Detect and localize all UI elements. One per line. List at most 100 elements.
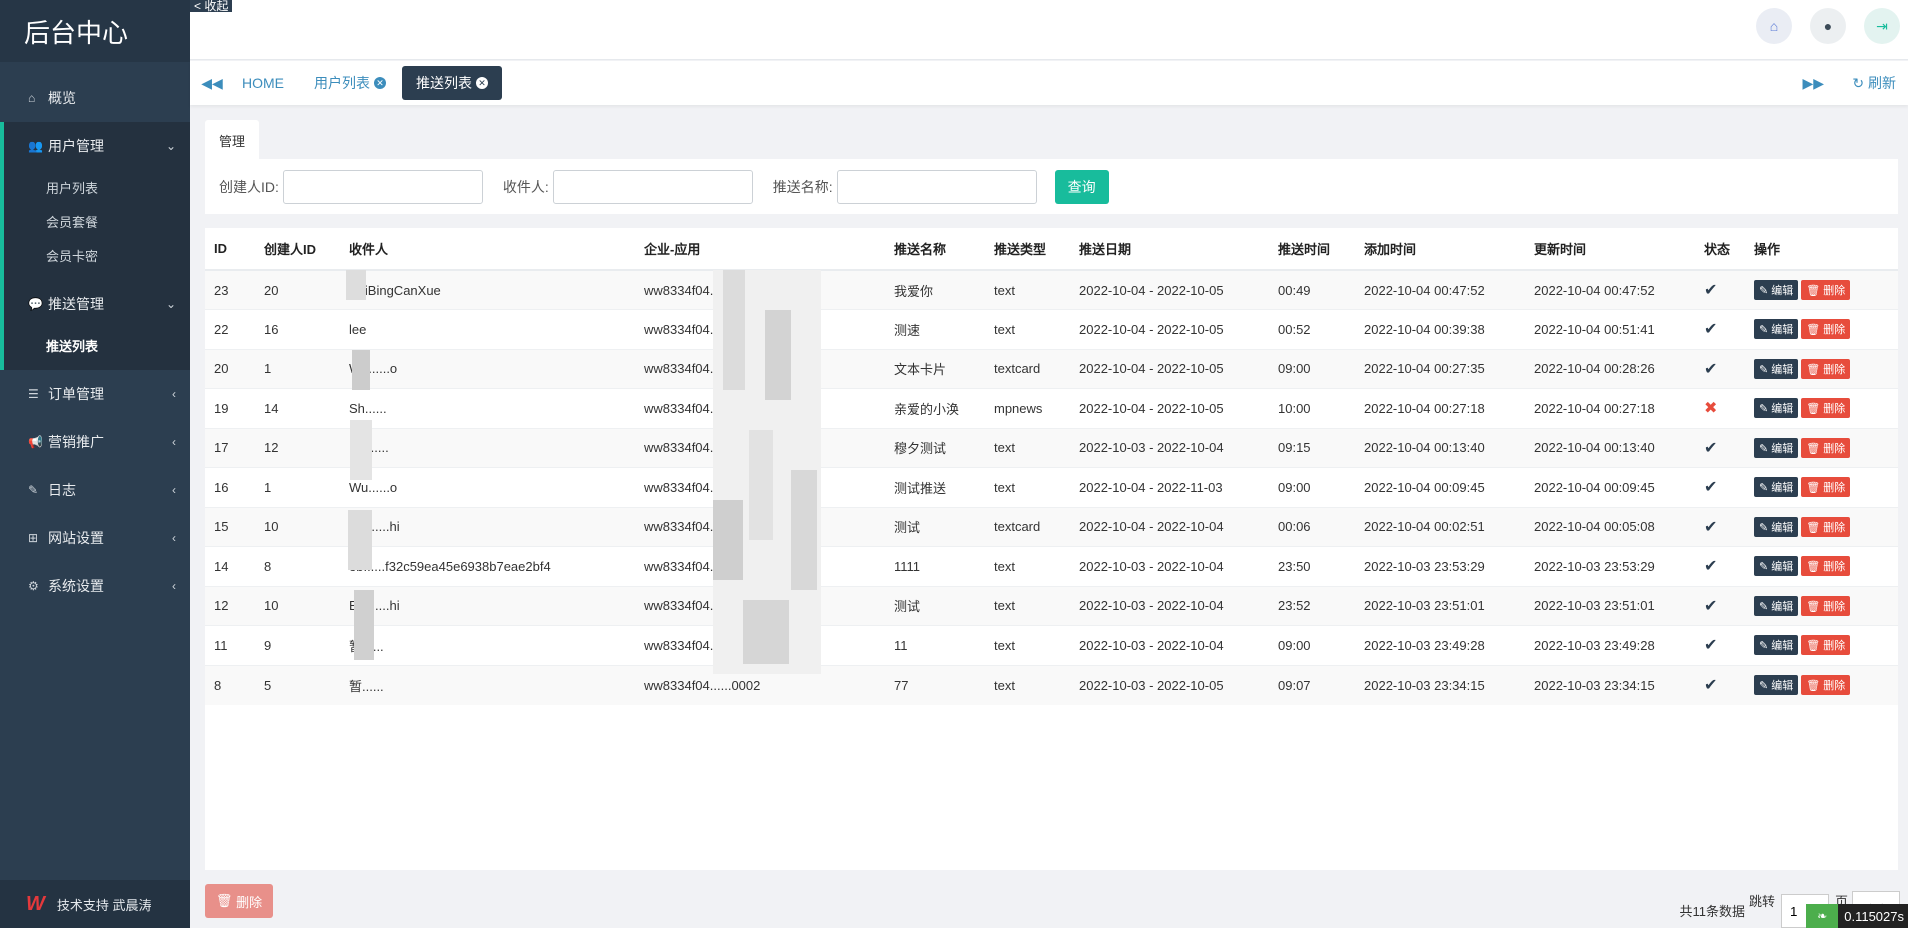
sidebar-item-5[interactable]: ✎ 日志 ‹ [0,466,190,514]
cell-app: ww8334f04......0002 [635,506,885,547]
cell-receiver: 暂...... [340,625,635,665]
table-row[interactable]: 23 20 BaiBingCanXue ww8334f04......0002 我爱你 t… [205,269,1898,310]
refresh-button[interactable]: ↻ 刷新 [1852,73,1896,93]
sidebar-item-3[interactable]: ☰ 订单管理 ‹ [0,370,190,418]
cell-status: ✔ [1695,467,1745,507]
delete-button[interactable]: 🗑 删除 [1801,556,1851,577]
chevron-left-icon: ‹ [172,531,176,545]
cell-added-time: 2022-10-03 23:49:28 [1355,625,1525,665]
table-row[interactable]: 16 1 Wu......o ww8334f04......0002 测试推送 text 2… [205,467,1898,507]
delete-button[interactable]: 🗑 删除 [1801,635,1851,656]
edit-button[interactable]: ✎ 编辑 [1754,358,1799,379]
edit-button[interactable]: ✎ 编辑 [1754,398,1799,419]
close-icon[interactable]: ✕ [476,77,488,89]
cell-actions: ✎ 编辑 🗑 删除 [1745,348,1898,389]
cell-push-type: textcard [985,506,1070,547]
cell-app: ww8334f04......0002 [635,348,885,389]
table-row[interactable]: 11 9 暂...... ww8334f04......0002 11 text 2022-… [205,625,1898,665]
tabs-next-button[interactable]: ▶▶ [1802,75,1824,92]
collapse-sidebar-button[interactable]: < 收起 [190,0,233,12]
creator-id-label: 创建人ID: [219,178,279,195]
delete-button[interactable]: 🗑 删除 [1801,398,1851,419]
close-icon[interactable]: ✕ [374,77,386,89]
chevron-left-icon: ‹ [172,387,176,401]
delete-button[interactable]: 🗑 删除 [1801,675,1851,695]
cell-creator-id: 20 [255,269,340,310]
cell-app: ww8334f04......0002 [635,585,885,626]
cell-push-type: text [985,309,1070,349]
edit-button[interactable]: ✎ 编辑 [1754,437,1799,458]
tab-0[interactable]: HOME [228,66,298,100]
cell-status: ✔ [1695,269,1745,310]
cell-push-type: text [985,269,1070,310]
table-row[interactable]: 8 5 暂...... ww8334f04......0002 77 text 2022-1… [205,664,1898,705]
edit-button[interactable]: ✎ 编辑 [1754,477,1799,498]
receiver-label: 收件人: [502,178,549,195]
delete-button[interactable]: 🗑 删除 [1801,437,1851,458]
cell-app: ww8334f04......0002 [635,427,885,468]
receiver-input[interactable] [552,169,753,204]
delete-button[interactable]: 🗑 删除 [1801,595,1851,616]
chevron-left-icon: ‹ [172,483,176,497]
tab-2[interactable]: 推送列表 ✕ [402,66,502,100]
edit-button[interactable]: ✎ 编辑 [1754,675,1799,695]
bulk-delete-button[interactable]: 🗑 删除 [205,884,273,918]
table-row[interactable]: 17 12 Mu...... ww8334f04......0002 穆夕测试 text 2… [205,427,1898,468]
check-icon: ✔ [1704,321,1718,339]
cell-updated-time: 2022-10-03 23:49:28 [1525,625,1695,665]
cell-id: 16 [205,467,255,507]
edit-button[interactable]: ✎ 编辑 [1754,595,1799,616]
column-header: 操作 [1745,228,1898,271]
submenu-item[interactable]: 会员套餐 [4,204,190,238]
edit-button[interactable]: ✎ 编辑 [1754,516,1799,537]
delete-button[interactable]: 🗑 删除 [1801,516,1851,537]
sidebar-item-2[interactable]: 💬 推送管理 ⌄ [4,280,190,328]
sidebar-item-7[interactable]: ⚙ 系统设置 ‹ [0,562,190,610]
creator-id-input[interactable] [282,169,483,204]
cell-receiver: Bin......hi [340,585,635,626]
table-row[interactable]: 19 14 Sh...... ww8334f04......0002 亲爱的小涣 mpne… [205,388,1898,428]
query-button[interactable]: 查询 [1054,169,1109,204]
delete-button[interactable]: 🗑 删除 [1801,280,1851,300]
delete-button[interactable]: 🗑 删除 [1801,319,1851,340]
cell-app: ww8334f04......0002 [635,388,885,428]
edit-button[interactable]: ✎ 编辑 [1754,635,1799,656]
cell-actions: ✎ 编辑 🗑 删除 [1745,506,1898,547]
table-row[interactable]: 22 16 lee ww8334f04......0002 测速 text 2022-10-… [205,309,1898,349]
delete-button[interactable]: 🗑 删除 [1801,477,1851,498]
chevron-left-icon: ‹ [172,579,176,593]
edit-button[interactable]: ✎ 编辑 [1754,556,1799,577]
sidebar-item-1[interactable]: 👥 用户管理 ⌄ [4,122,190,170]
cell-app: ww8334f04......0002 [635,269,885,310]
chat-icon: 💬 [28,297,43,311]
column-header: 企业-应用 [635,228,885,271]
edit-button[interactable]: ✎ 编辑 [1754,280,1799,300]
top-bar: ⌂ ● ⇥ [190,0,1908,60]
profile-button[interactable]: ● [1810,8,1846,44]
edit-button[interactable]: ✎ 编辑 [1754,319,1799,340]
sidebar-item-6[interactable]: ⊞ 网站设置 ‹ [0,514,190,562]
submenu-item[interactable]: 用户列表 [4,170,190,204]
sidebar-item-0[interactable]: ⌂ 概览 [0,74,190,122]
cell-actions: ✎ 编辑 🗑 删除 [1745,467,1898,507]
tab-1[interactable]: 用户列表 ✕ [300,66,400,100]
delete-button[interactable]: 🗑 删除 [1801,358,1851,379]
cell-id: 23 [205,269,255,310]
cell-push-date: 2022-10-04 - 2022-10-05 [1070,309,1269,349]
home-button[interactable]: ⌂ [1756,8,1792,44]
submenu-item[interactable]: 推送列表 [4,328,190,362]
cell-updated-time: 2022-10-03 23:53:29 [1525,546,1695,586]
table-row[interactable]: 14 8 eb......f32c59ea45e6938b7eae2bf4 ww833… [205,546,1898,586]
table-row[interactable]: 12 10 Bin......hi ww8334f04......0002 测试 text… [205,585,1898,626]
table-row[interactable]: 15 10 Bin......hi ww8334f04......0002 测试 text… [205,506,1898,547]
tabs-prev-button[interactable]: ◀◀ [196,75,228,92]
table-row[interactable]: 20 1 Wu......o ww8334f04......0002 文本卡片 textc… [205,348,1898,389]
push-name-input[interactable] [836,169,1037,204]
cell-creator-id: 8 [255,546,340,586]
sidebar-item-4[interactable]: 📢 营销推广 ‹ [0,418,190,466]
submenu-item[interactable]: 会员卡密 [4,238,190,272]
perf-time: 0.115027s [1844,908,1904,924]
check-icon: ✔ [1704,479,1718,497]
panel-tab-manage[interactable]: 管理 [205,120,260,160]
logout-button[interactable]: ⇥ [1864,8,1900,44]
